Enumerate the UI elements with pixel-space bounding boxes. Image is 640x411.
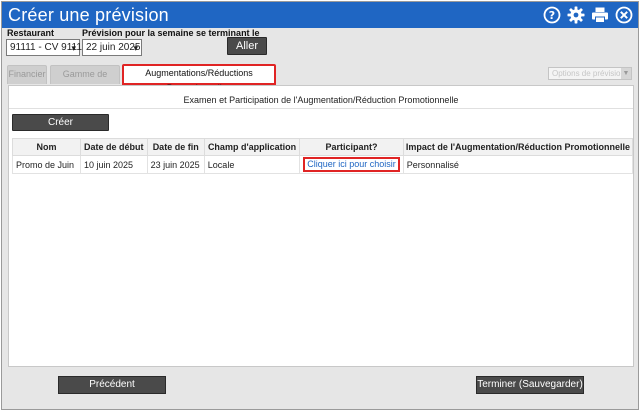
impact-cell: Personnalisé [402,155,634,174]
choose-participant-link[interactable]: Cliquer ici pour choisir [303,157,400,172]
column-header[interactable]: Impact de l'Augmentation/Réduction Promo… [402,138,634,156]
panel-title: Examen et Participation de l'Augmentatio… [9,93,633,109]
close-icon[interactable] [614,5,634,25]
tab-promotions[interactable]: Augmentations/Réductions Promotionnelles [122,64,276,93]
table-header-row: Nom Date de début Date de fin Champ d'ap… [12,138,634,156]
create-button[interactable]: Créer [12,114,109,131]
start-date-cell: 10 juin 2025 [80,155,148,174]
gear-icon[interactable] [566,5,586,25]
forecast-options-value: Options de prévision [552,69,625,78]
restaurant-label: Restaurant [7,28,55,38]
table-row: Promo de Juin 10 juin 2025 23 juin 2025 … [12,155,634,174]
restaurant-select[interactable]: 91111 - CV 91111 ▾ [6,39,87,56]
title-bar: Créer une prévision ? [2,2,638,28]
print-icon[interactable] [590,5,610,25]
column-header[interactable]: Participant? [299,138,404,156]
end-date-cell: 23 juin 2025 [146,155,205,174]
participant-cell: Cliquer ici pour choisir [299,155,404,174]
column-header[interactable]: Date de début [80,138,148,156]
chevron-down-icon: ▾ [71,43,76,53]
tab-financial[interactable]: Financier [7,65,47,84]
promotions-panel: Examen et Participation de l'Augmentatio… [8,85,634,367]
forecast-window: Créer une prévision ? Restaurant 91111 -… [1,1,639,410]
window-title: Créer une prévision [8,5,169,25]
column-header[interactable]: Nom [12,138,81,156]
forecast-options-select[interactable]: Options de prévision ▼ [548,67,632,80]
week-select[interactable]: 22 juin 2025 ▾ [82,39,142,56]
promo-name-link[interactable]: Promo de Juin [12,155,81,174]
previous-button[interactable]: Précédent [58,376,166,394]
week-select-value: 22 juin 2025 [86,42,141,53]
finish-save-button[interactable]: Terminer (Sauvegarder) [476,376,584,394]
svg-text:?: ? [549,9,555,22]
chevron-down-icon: ▼ [621,68,631,79]
promotions-table: Nom Date de début Date de fin Champ d'ap… [12,138,634,174]
go-button[interactable]: Aller [227,37,267,55]
column-header[interactable]: Date de fin [146,138,205,156]
scope-cell: Locale [203,155,301,174]
chevron-down-icon: ▾ [133,43,138,53]
help-icon[interactable]: ? [542,5,562,25]
column-header[interactable]: Champ d'application [203,138,301,156]
tab-product-range[interactable]: Gamme de produit [50,65,120,96]
